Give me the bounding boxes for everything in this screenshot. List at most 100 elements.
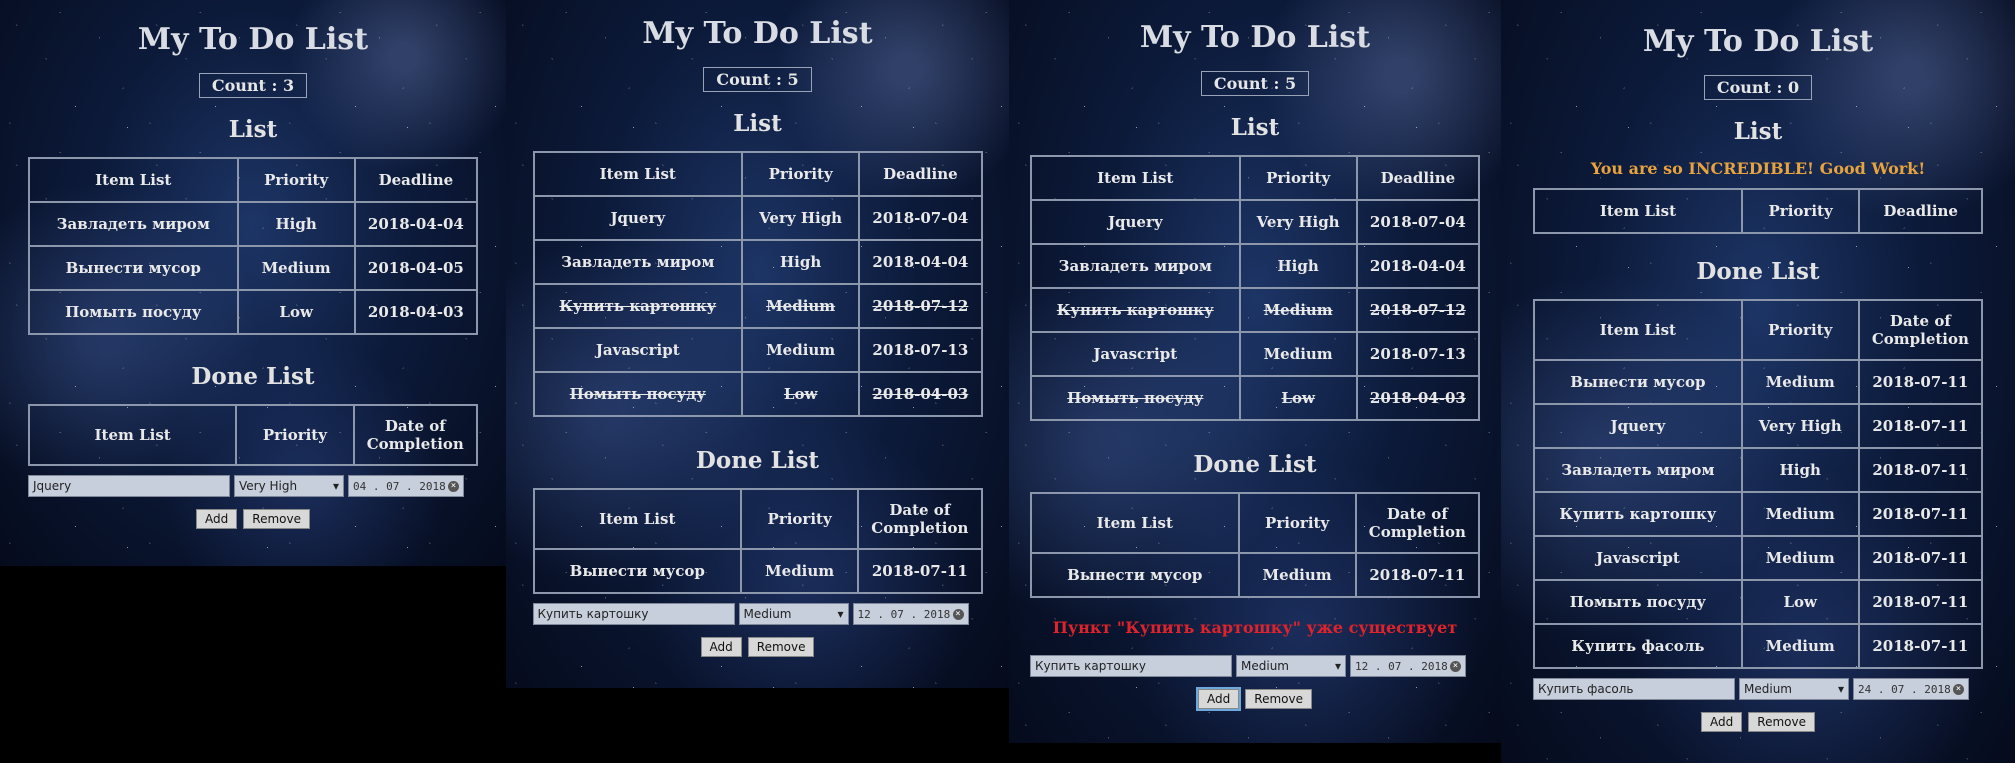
table-header-row: Item List Priority Deadline: [28, 157, 479, 203]
table-row[interactable]: Javascript Medium 2018-07-11: [1533, 535, 1984, 581]
date-input[interactable]: 24 . 07 . 2018 ×: [1853, 678, 1969, 700]
cell-priority: Medium: [740, 548, 860, 594]
done-heading: Done List: [1696, 258, 1820, 285]
cell-item: Вынести мусор: [1533, 359, 1743, 405]
cell-priority: High: [1238, 243, 1358, 289]
cell-priority: Very High: [741, 195, 861, 241]
date-value: 12 . 07 . 2018: [1355, 659, 1448, 673]
cell-priority: Medium: [1740, 535, 1860, 581]
cell-priority: Medium: [741, 283, 861, 329]
cell-priority: High: [236, 201, 356, 247]
header-item: Item List: [532, 151, 744, 197]
priority-select[interactable]: Medium ▾: [1236, 655, 1346, 677]
table-row[interactable]: Jquery Very High 2018-07-04: [1030, 199, 1481, 245]
table-row[interactable]: Завладеть миром High 2018-07-11: [1533, 447, 1984, 493]
cell-deadline: 2018-04-04: [353, 201, 479, 247]
table-row[interactable]: Помыть посуду Low 2018-07-11: [1533, 579, 1984, 625]
remove-button[interactable]: Remove: [747, 637, 815, 657]
cell-deadline: 2018-04-05: [353, 245, 479, 291]
list-heading: List: [228, 116, 278, 143]
priority-select[interactable]: Very High ▾: [234, 475, 344, 497]
cell-deadline: 2018-04-03: [1355, 375, 1481, 421]
remove-button[interactable]: Remove: [1245, 689, 1312, 709]
item-input[interactable]: Купить картошку: [532, 603, 735, 625]
header-deadline: Deadline: [1355, 155, 1481, 201]
item-input[interactable]: Купить картошку: [1030, 655, 1232, 677]
cell-completion: 2018-07-11: [1354, 552, 1481, 598]
clear-icon[interactable]: ×: [952, 608, 964, 620]
done-table: Item List Priority Date of Completion Вы…: [1533, 299, 1984, 669]
cell-priority: Low: [741, 371, 861, 417]
header-deadline: Deadline: [858, 151, 983, 197]
header-item: Item List: [1533, 299, 1743, 361]
table-row[interactable]: Jquery Very High 2018-07-04: [532, 195, 983, 241]
table-row[interactable]: Вынести мусор Medium 2018-07-11: [532, 548, 983, 594]
table-row[interactable]: Завладеть миром High 2018-04-04: [28, 201, 479, 247]
remove-button[interactable]: Remove: [1748, 712, 1815, 732]
table-row[interactable]: Купить фасоль Medium 2018-07-11: [1533, 623, 1984, 669]
done-table: Item List Priority Date of Completion Вы…: [1030, 492, 1481, 598]
priority-select-value: Medium: [1744, 682, 1792, 696]
table-row[interactable]: Javascript Medium 2018-07-13: [532, 327, 983, 373]
cell-priority: Medium: [1238, 287, 1358, 333]
table-row[interactable]: Вынести мусор Medium 2018-07-11: [1030, 552, 1481, 598]
table-row-completed[interactable]: Помыть посуду Low 2018-04-03: [532, 371, 983, 417]
clear-icon[interactable]: ×: [448, 480, 459, 492]
cell-deadline: 2018-04-04: [858, 239, 983, 285]
remove-button[interactable]: Remove: [243, 509, 310, 529]
cell-item: Вынести мусор: [28, 245, 239, 291]
item-input[interactable]: Купить фасоль: [1533, 678, 1735, 700]
priority-select[interactable]: Medium ▾: [1739, 678, 1849, 700]
cell-deadline: 2018-07-04: [858, 195, 983, 241]
cell-item: Вынести мусор: [1030, 552, 1240, 598]
clear-icon[interactable]: ×: [1953, 683, 1964, 695]
cell-completion: 2018-07-11: [1857, 535, 1984, 581]
cell-item: Помыть посуду: [28, 289, 239, 335]
date-input[interactable]: 12 . 07 . 2018 ×: [1350, 655, 1466, 677]
cell-item: Купить фасоль: [1533, 623, 1743, 669]
cell-priority: Medium: [1237, 552, 1357, 598]
table-row[interactable]: Вынести мусор Medium 2018-07-11: [1533, 359, 1984, 405]
header-item: Item List: [1533, 188, 1743, 234]
cell-item: Javascript: [1533, 535, 1743, 581]
table-row[interactable]: Jquery Very High 2018-07-11: [1533, 403, 1984, 449]
table-header-row: Item List Priority Deadline: [1030, 155, 1481, 201]
table-row-completed[interactable]: Купить картошку Medium 2018-07-12: [1030, 287, 1481, 333]
table-row-completed[interactable]: Помыть посуду Low 2018-04-03: [1030, 375, 1481, 421]
cell-deadline: 2018-07-13: [1355, 331, 1481, 377]
cell-item: Помыть посуду: [1030, 375, 1241, 421]
add-button[interactable]: Add: [1196, 687, 1242, 711]
cell-priority: Medium: [741, 327, 861, 373]
priority-select[interactable]: Medium ▾: [738, 603, 849, 625]
date-input[interactable]: 04 . 07 . 2018 ×: [348, 475, 464, 497]
add-button[interactable]: Add: [700, 637, 742, 657]
table-row[interactable]: Javascript Medium 2018-07-13: [1030, 331, 1481, 377]
error-message: Пункт "Купить картошку" уже существует: [1052, 618, 1458, 637]
cell-completion: 2018-07-11: [857, 548, 983, 594]
table-row[interactable]: Завладеть миром High 2018-04-04: [532, 239, 983, 285]
add-button[interactable]: Add: [1701, 712, 1743, 732]
header-item: Item List: [1030, 155, 1241, 201]
clear-icon[interactable]: ×: [1450, 660, 1461, 672]
table-header-row: Item List Priority Date of Completion: [1030, 492, 1481, 554]
table-row[interactable]: Вынести мусор Medium 2018-04-05: [28, 245, 479, 291]
cell-item: Купить картошку: [1030, 287, 1241, 333]
button-row: Add Remove: [1196, 687, 1312, 711]
cell-item: Завладеть миром: [1030, 243, 1241, 289]
table-row-completed[interactable]: Купить картошку Medium 2018-07-12: [532, 283, 983, 329]
list-heading: List: [1230, 114, 1280, 141]
item-input[interactable]: Jquery: [28, 475, 230, 497]
header-priority: Priority: [741, 151, 861, 197]
table-row[interactable]: Купить картошку Medium 2018-07-11: [1533, 491, 1984, 537]
date-input[interactable]: 12 . 07 . 2018 ×: [852, 603, 969, 625]
cell-completion: 2018-07-11: [1857, 579, 1984, 625]
todo-table: Item List Priority Deadline Завладеть ми…: [28, 157, 479, 335]
table-row[interactable]: Помыть посуду Low 2018-04-03: [28, 289, 479, 335]
done-heading: Done List: [191, 363, 315, 390]
table-row[interactable]: Завладеть миром High 2018-04-04: [1030, 243, 1481, 289]
priority-select-value: Medium: [1241, 659, 1289, 673]
cell-item: Помыть посуду: [1533, 579, 1743, 625]
cell-priority: Low: [1740, 579, 1860, 625]
add-button[interactable]: Add: [196, 509, 238, 529]
screen-3: My To Do List Count : 5 List Item List P…: [1009, 0, 1501, 743]
